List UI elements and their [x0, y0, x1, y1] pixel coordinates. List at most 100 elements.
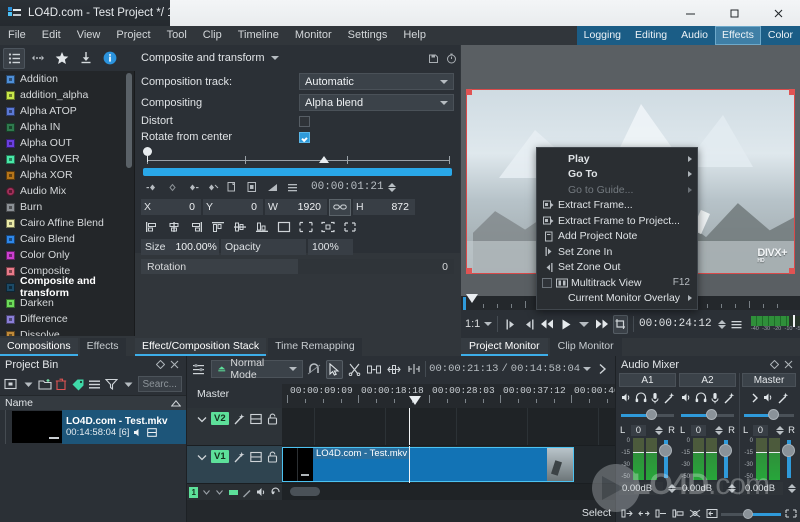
collapse-track-icon[interactable]: [196, 450, 208, 464]
tab-effects[interactable]: Effects: [79, 338, 126, 356]
save-effect-stack-icon[interactable]: [424, 49, 442, 67]
reverse-icon[interactable]: [271, 486, 282, 499]
tab-clip-monitor[interactable]: Clip Monitor: [549, 338, 622, 356]
track-lane-v2[interactable]: [282, 408, 615, 445]
monitor-menu-icon[interactable]: [729, 315, 744, 334]
show-video-icon[interactable]: [249, 412, 263, 426]
list-item[interactable]: Alpha OVER: [0, 151, 134, 167]
overwrite-icon[interactable]: [670, 507, 685, 521]
menu-edit[interactable]: Edit: [34, 26, 69, 45]
opacity-field[interactable]: Opacity: [221, 239, 306, 255]
mixer-db-value[interactable]: 0.00dB: [619, 481, 663, 495]
track-lane-a1[interactable]: [282, 484, 615, 500]
fit-to-frame-icon[interactable]: [275, 219, 293, 235]
minimize-button[interactable]: [668, 0, 712, 26]
expand-icon[interactable]: [749, 391, 762, 405]
fit-zoom-icon[interactable]: [783, 507, 798, 521]
menu-project[interactable]: Project: [108, 26, 158, 45]
mixer-pan-slider[interactable]: [619, 407, 676, 423]
pan-stepper[interactable]: [714, 425, 723, 435]
timeline-position[interactable]: 00:00:21:13: [429, 363, 498, 375]
layout-mode-editing[interactable]: Editing: [628, 26, 674, 45]
mixer-volume-fader[interactable]: [659, 438, 673, 480]
add-keyframe-icon[interactable]: [143, 178, 162, 196]
insert-zone-icon[interactable]: [619, 507, 634, 521]
track-lane-v1[interactable]: LO4D.com - Test.mkv: [282, 446, 615, 483]
more-options-icon[interactable]: [27, 48, 49, 69]
effects-icon[interactable]: [722, 391, 735, 405]
add-clip-icon[interactable]: [4, 375, 19, 393]
effects-icon[interactable]: [232, 450, 246, 464]
list-item[interactable]: Addition: [0, 71, 134, 87]
keyframe-menu-icon[interactable]: [283, 178, 302, 196]
delete-clip-icon[interactable]: [54, 375, 69, 393]
mute-icon[interactable]: [256, 486, 268, 499]
monitor-zoom-select[interactable]: 1:1: [465, 318, 493, 330]
timeline-track-a1[interactable]: 1: [187, 484, 615, 500]
compositions-scrollbar[interactable]: [126, 73, 132, 333]
prev-keyframe-icon[interactable]: [163, 178, 182, 196]
keyframe-timecode-stepper[interactable]: [387, 182, 396, 192]
headphone-icon[interactable]: [634, 391, 647, 405]
context-menu-item-extract-frame[interactable]: Extract Frame...: [537, 198, 697, 214]
set-zone-in-icon[interactable]: [503, 315, 518, 334]
tab-effect-composition-stack[interactable]: Effect/Composition Stack: [135, 338, 267, 356]
timeline-preferences-icon[interactable]: [191, 360, 208, 379]
view-mode-icon[interactable]: [87, 375, 102, 393]
timeline-zoom-slider[interactable]: [721, 508, 781, 520]
bin-search-input[interactable]: Searc...: [137, 376, 182, 392]
pan-stepper[interactable]: [775, 425, 784, 435]
create-region-icon[interactable]: [704, 507, 719, 521]
pan-value[interactable]: 0: [630, 424, 647, 436]
rewind-icon[interactable]: [540, 315, 555, 334]
tab-project-monitor[interactable]: Project Monitor: [461, 338, 548, 356]
geometry-y-field[interactable]: Y 0: [203, 199, 263, 215]
layout-mode-audio[interactable]: Audio: [674, 26, 715, 45]
keyframe-playhead[interactable]: [319, 156, 330, 163]
rotate-from-center-checkbox[interactable]: [299, 131, 310, 143]
select-tool-icon[interactable]: [325, 359, 343, 379]
list-item-composite-and-transform[interactable]: Composite and transform: [0, 275, 134, 299]
list-item[interactable]: addition_alpha: [0, 87, 134, 103]
add-clip-menu-icon[interactable]: [21, 375, 36, 393]
copy-keyframe-icon[interactable]: [223, 178, 242, 196]
show-video-icon[interactable]: [249, 450, 263, 464]
track-header-v2[interactable]: V2: [187, 408, 282, 445]
timeline-mode-select[interactable]: Normal Mode: [210, 357, 303, 381]
align-bottom-icon[interactable]: [253, 219, 271, 235]
track-name-v1[interactable]: V1: [211, 450, 229, 463]
list-item[interactable]: Alpha XOR: [0, 167, 134, 183]
keyframe-type-icon[interactable]: [263, 178, 282, 196]
track-name-v2[interactable]: V2: [211, 412, 229, 425]
mixer-db-stepper[interactable]: [788, 483, 796, 493]
float-panel-icon[interactable]: [767, 358, 781, 372]
center-icon[interactable]: [341, 219, 359, 235]
effects-icon[interactable]: [232, 412, 246, 426]
menu-help[interactable]: Help: [395, 26, 434, 45]
align-right-icon[interactable]: [187, 219, 205, 235]
compositions-list[interactable]: Addition addition_alpha Alpha ATOP Alpha…: [0, 71, 135, 336]
collapse-track-icon[interactable]: [201, 486, 211, 499]
context-menu-item-add-project-note[interactable]: Add Project Note: [537, 229, 697, 245]
extract-zone-icon[interactable]: [636, 507, 651, 521]
mix-clips-icon[interactable]: [687, 507, 702, 521]
playback-speed-menu-icon[interactable]: [576, 315, 591, 334]
keyframe-zone-bar[interactable]: [143, 168, 452, 176]
context-menu-item-set-zone-out[interactable]: Set Zone Out: [537, 260, 697, 276]
geometry-w-field[interactable]: W 1920: [265, 199, 327, 215]
compositing-select[interactable]: Alpha blend: [299, 94, 454, 111]
mixer-db-value[interactable]: 0.00dB: [742, 481, 783, 495]
multitrack-view-checkbox[interactable]: [542, 277, 552, 288]
zone-mode-icon[interactable]: [612, 314, 629, 334]
effect-stack-selector[interactable]: Composite and transform: [141, 52, 424, 64]
volume-icon[interactable]: [763, 391, 776, 405]
composition-track-select[interactable]: Automatic: [299, 73, 454, 90]
mixer-volume-fader[interactable]: [782, 438, 796, 480]
mixer-db-stepper[interactable]: [728, 483, 736, 493]
mixer-strip-name[interactable]: Master: [742, 373, 796, 387]
keyframe-ruler[interactable]: [143, 147, 452, 167]
menu-clip[interactable]: Clip: [195, 26, 230, 45]
slip-tool-icon[interactable]: [386, 360, 403, 379]
track-header-a1[interactable]: 1: [187, 484, 282, 500]
align-vcenter-icon[interactable]: [231, 219, 249, 235]
